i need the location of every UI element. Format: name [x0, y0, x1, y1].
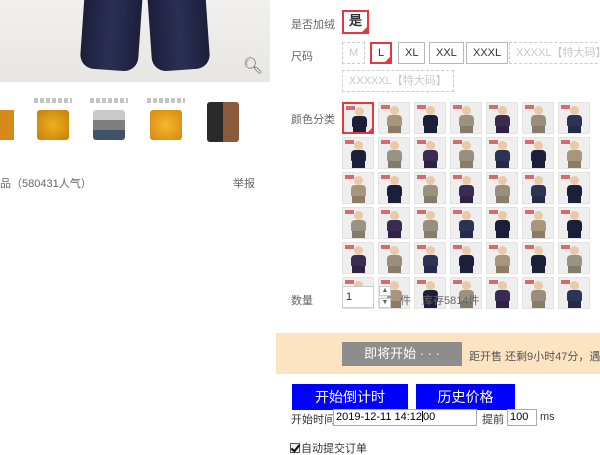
size-label: 尺码 — [291, 51, 313, 63]
color-swatch[interactable] — [558, 102, 590, 134]
color-swatch[interactable] — [450, 172, 482, 204]
size-option-m[interactable]: M — [342, 42, 366, 64]
color-swatch[interactable] — [558, 277, 590, 309]
thumbnail-3[interactable] — [87, 96, 131, 148]
color-swatch[interactable] — [486, 207, 518, 239]
color-swatch[interactable] — [414, 137, 446, 169]
price-history-button[interactable]: 历史价格 — [416, 384, 515, 410]
size-option-xxxl[interactable]: XXXL — [466, 42, 509, 64]
color-swatch[interactable] — [522, 207, 554, 239]
color-swatch[interactable] — [342, 172, 374, 204]
start-countdown-button[interactable]: 开始倒计时 — [292, 384, 408, 410]
size-option-xxxxxl[interactable]: XXXXXL【特大码】 — [342, 70, 454, 92]
color-swatch[interactable] — [342, 242, 374, 274]
color-swatch[interactable] — [522, 137, 554, 169]
advance-ms-input[interactable]: 100 — [507, 409, 537, 426]
color-swatch[interactable] — [486, 242, 518, 274]
main-product-image[interactable]: 🔍︎ — [0, 0, 270, 82]
size-option-xl[interactable]: XL — [398, 42, 426, 64]
color-swatch[interactable] — [378, 172, 410, 204]
thumbnail-strip — [0, 96, 270, 148]
color-swatch[interactable] — [414, 102, 446, 134]
color-label: 颜色分类 — [291, 114, 335, 126]
size-option-l[interactable]: L — [370, 42, 393, 64]
size-option-xxl[interactable]: XXL — [429, 42, 464, 64]
color-swatch[interactable] — [450, 137, 482, 169]
color-swatch[interactable] — [378, 242, 410, 274]
color-swatch[interactable] — [378, 207, 410, 239]
advance-label: 提前 — [482, 414, 504, 426]
quantity-input[interactable]: 1 — [342, 286, 374, 308]
ms-unit-label: ms — [540, 411, 555, 423]
thumbnail-1[interactable] — [0, 96, 14, 148]
quantity-stepper: ▲ ▼ — [379, 286, 391, 308]
color-swatch[interactable] — [342, 137, 374, 169]
decrease-arrow-icon[interactable]: ▼ — [379, 298, 391, 308]
color-swatch[interactable] — [414, 242, 446, 274]
quantity-label: 数量 — [291, 295, 313, 307]
stock-count: 库存5814件 — [422, 295, 480, 307]
color-swatch[interactable] — [522, 242, 554, 274]
popularity-count: 品（580431人气） — [0, 178, 92, 190]
color-swatch[interactable] — [414, 172, 446, 204]
auto-submit-option[interactable]: 自动提交订单 — [290, 440, 367, 455]
color-swatch[interactable] — [486, 172, 518, 204]
product-photo-pants — [70, 0, 220, 75]
color-swatch[interactable] — [378, 137, 410, 169]
coming-soon-button[interactable]: 即将开始 · · · — [342, 342, 462, 366]
color-swatch[interactable] — [558, 137, 590, 169]
report-link[interactable]: 举报 — [233, 175, 255, 191]
color-swatch[interactable] — [342, 102, 374, 134]
start-time-input[interactable]: 2019-12-11 14:1200 — [333, 409, 477, 426]
quantity-unit: 件 — [400, 295, 411, 307]
thumbnail-2[interactable] — [31, 96, 75, 148]
color-swatch[interactable] — [522, 102, 554, 134]
color-swatch[interactable] — [342, 207, 374, 239]
color-swatch[interactable] — [558, 172, 590, 204]
auto-submit-checkbox[interactable] — [290, 443, 300, 453]
color-swatch[interactable] — [522, 172, 554, 204]
color-swatch[interactable] — [378, 102, 410, 134]
color-swatch[interactable] — [450, 207, 482, 239]
magnifier-icon[interactable]: 🔍︎ — [242, 56, 264, 78]
color-swatch[interactable] — [450, 102, 482, 134]
increase-arrow-icon[interactable]: ▲ — [379, 286, 391, 296]
size-option-xxxxl[interactable]: XXXXL【特大码】 — [509, 42, 600, 64]
start-time-label: 开始时间 — [291, 414, 335, 426]
color-swatch[interactable] — [486, 277, 518, 309]
thumbnail-4[interactable] — [144, 96, 188, 148]
color-swatch[interactable] — [558, 242, 590, 274]
color-swatch[interactable] — [486, 102, 518, 134]
thumbnail-5[interactable] — [201, 96, 245, 148]
color-swatch[interactable] — [486, 137, 518, 169]
color-swatch[interactable] — [450, 242, 482, 274]
color-swatch[interactable] — [522, 277, 554, 309]
countdown-text: 距开售 还剩9小时47分，遇先收 — [469, 351, 600, 363]
plush-option-yes[interactable]: 是 — [342, 10, 369, 34]
color-swatch[interactable] — [414, 207, 446, 239]
plush-label: 是否加绒 — [291, 19, 335, 31]
color-swatch[interactable] — [558, 207, 590, 239]
